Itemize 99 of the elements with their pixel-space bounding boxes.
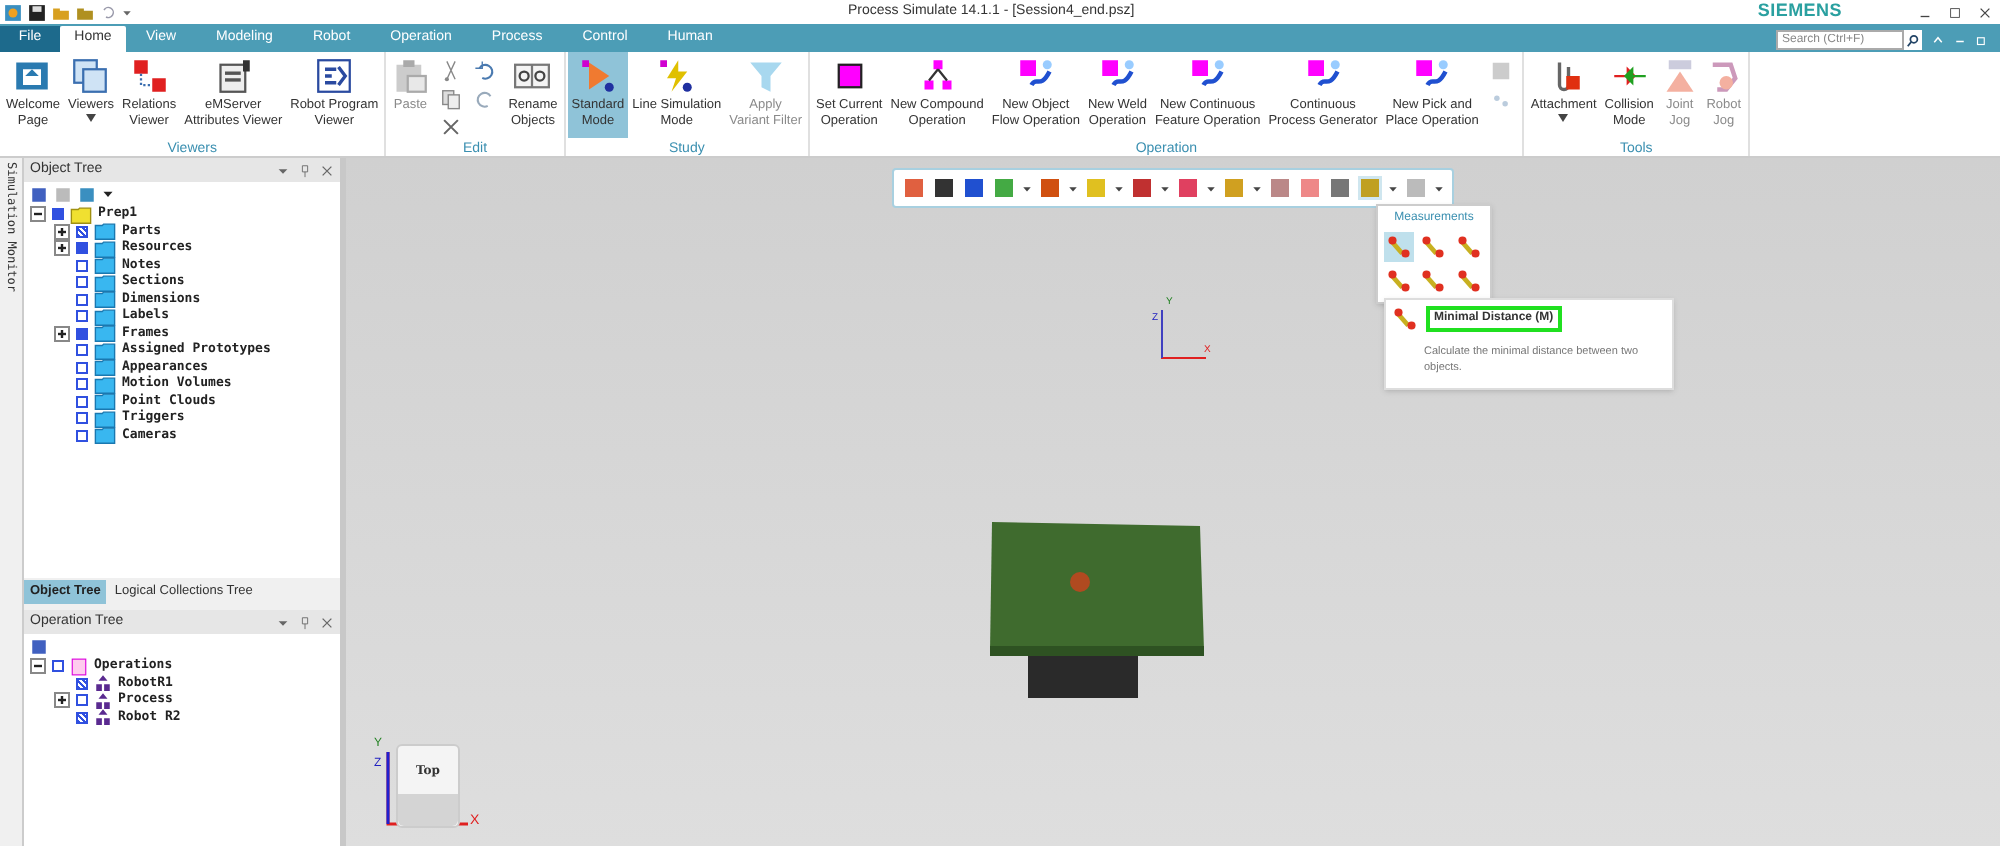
- visibility-checkbox[interactable]: [76, 694, 88, 707]
- robot-group-icon: [94, 691, 112, 710]
- robot-group-icon: [94, 674, 112, 693]
- funnel-icon: [747, 58, 784, 94]
- folder-icon: [94, 424, 116, 447]
- expand-icon[interactable]: [54, 223, 70, 240]
- windows-icon: [72, 58, 109, 94]
- ruler-icon: [1386, 268, 1413, 294]
- visibility-checkbox[interactable]: [76, 412, 88, 425]
- folder-icon: [94, 407, 116, 430]
- measure-tool[interactable]: [1453, 232, 1484, 262]
- visibility-checkbox[interactable]: [76, 677, 88, 690]
- caret-icon: [1434, 183, 1444, 193]
- collapse-ribbon-icon: [1932, 34, 1944, 46]
- ruler-icon: [1455, 234, 1482, 260]
- folder-icon: [94, 271, 116, 294]
- ruler-icon: [1386, 234, 1413, 260]
- visibility-checkbox[interactable]: [52, 208, 64, 221]
- expand-icon[interactable]: [54, 325, 70, 342]
- maximize-icon: [1948, 5, 1962, 19]
- caret-icon: [1114, 183, 1124, 193]
- folder-icon: [94, 390, 116, 413]
- document-icon: [215, 58, 252, 94]
- measure-tool[interactable]: [1418, 232, 1450, 262]
- folder-icon: [94, 220, 116, 243]
- cubes-icon: [131, 58, 168, 94]
- caret-icon: [102, 188, 114, 200]
- ruler-icon: [1455, 268, 1482, 294]
- caret-icon: [1022, 183, 1032, 193]
- expand-icon[interactable]: [54, 240, 70, 257]
- folder-icon: [94, 237, 116, 260]
- visibility-checkbox[interactable]: [76, 259, 88, 272]
- folder-icon: [94, 254, 116, 277]
- copy-icon: [440, 88, 463, 110]
- folder-icon: [94, 305, 116, 328]
- close-icon: [320, 163, 334, 177]
- rename-icon: [514, 58, 551, 94]
- app-icon: [4, 3, 22, 21]
- visibility-checkbox[interactable]: [76, 344, 88, 357]
- visibility-checkbox[interactable]: [76, 276, 88, 289]
- undo-icon: [474, 60, 497, 82]
- caret-icon: [1206, 183, 1216, 193]
- visibility-checkbox[interactable]: [76, 327, 88, 340]
- restore-icon: [1976, 34, 1988, 46]
- folder-icon: [94, 356, 116, 379]
- ruler-icon: [1392, 306, 1418, 332]
- redo-icon: [474, 88, 497, 110]
- measure-tool[interactable]: [1418, 266, 1450, 296]
- compound-icon: [919, 58, 956, 94]
- caret-icon: [122, 7, 132, 17]
- close-icon: [1978, 5, 1992, 19]
- folder-icon: [94, 373, 116, 396]
- visibility-checkbox[interactable]: [76, 711, 88, 724]
- caret-icon: [1160, 183, 1170, 193]
- close-icon: [320, 615, 334, 629]
- play-cursor-icon: [579, 58, 616, 94]
- lightning-icon: [658, 58, 695, 94]
- caret-icon: [276, 163, 290, 177]
- operation-icon: [70, 657, 88, 676]
- visibility-checkbox[interactable]: [76, 225, 88, 238]
- collapse-icon[interactable]: [30, 206, 46, 223]
- expand-icon[interactable]: [54, 692, 70, 709]
- visibility-checkbox[interactable]: [76, 293, 88, 306]
- brand-logo: SIEMENS: [1757, 0, 1842, 25]
- robot-group-icon: [94, 708, 112, 727]
- ruler-icon: [1420, 268, 1447, 294]
- caret-icon: [85, 114, 96, 122]
- visibility-checkbox[interactable]: [76, 310, 88, 323]
- caret-icon: [1068, 183, 1078, 193]
- visibility-checkbox[interactable]: [76, 361, 88, 374]
- visibility-checkbox[interactable]: [52, 660, 64, 673]
- pin-icon: [298, 163, 312, 177]
- pin-icon: [298, 615, 312, 629]
- ruler-icon: [1420, 234, 1447, 260]
- home-page-icon: [14, 58, 51, 94]
- folder-icon: [94, 288, 116, 311]
- undo-icon: [100, 4, 116, 20]
- collapse-icon[interactable]: [30, 658, 46, 675]
- program-icon: [316, 58, 353, 94]
- dots-icon: [1490, 90, 1513, 112]
- measure-tool[interactable]: [1384, 266, 1415, 296]
- save-icon: [28, 3, 46, 21]
- clipboard-icon: [392, 58, 429, 94]
- measure-tool[interactable]: [1384, 232, 1415, 262]
- folder-icon: [94, 322, 116, 345]
- caret-icon: [1388, 183, 1398, 193]
- folder-icon: [70, 203, 92, 226]
- visibility-checkbox[interactable]: [76, 395, 88, 408]
- visibility-checkbox[interactable]: [76, 242, 88, 255]
- visibility-checkbox[interactable]: [76, 378, 88, 391]
- search-button[interactable]: [1904, 30, 1922, 50]
- joint-icon: [1661, 58, 1698, 94]
- visibility-checkbox[interactable]: [76, 429, 88, 442]
- caret-icon: [1252, 183, 1262, 193]
- caret-icon: [1558, 114, 1569, 122]
- close-icon: [440, 116, 463, 138]
- folder-icon: [94, 339, 116, 362]
- caret-icon: [276, 615, 290, 629]
- measure-tool[interactable]: [1453, 266, 1484, 296]
